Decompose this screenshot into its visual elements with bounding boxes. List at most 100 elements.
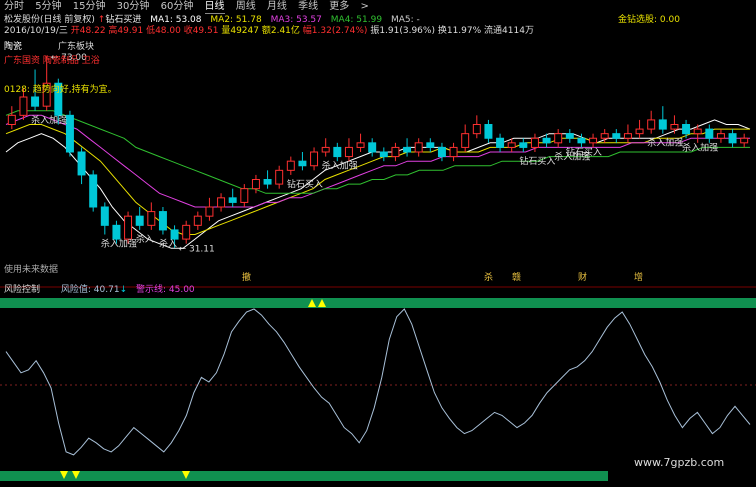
candle-body: [182, 224, 191, 240]
candle-body: [7, 114, 16, 126]
candle-body: [693, 128, 702, 135]
candle-body: [414, 142, 423, 153]
candle-body: [682, 124, 691, 135]
candle-body: [600, 133, 609, 139]
candle-body: [426, 142, 435, 148]
tab-30min[interactable]: 30分钟: [117, 0, 150, 13]
candle-body: [217, 197, 226, 208]
tab-daily[interactable]: 日线: [204, 0, 225, 14]
candle-body: [740, 137, 749, 144]
candle-body: [170, 229, 179, 240]
candle-body: [472, 124, 481, 135]
candle-body: [530, 137, 539, 148]
candle-body: [321, 146, 330, 153]
tab-monthly[interactable]: 月线: [267, 0, 287, 13]
tab-next-arrow[interactable]: >: [360, 0, 368, 13]
bottom-event-marker: 增: [634, 271, 643, 283]
candle-body: [496, 137, 505, 148]
tab-5min[interactable]: 5分钟: [35, 0, 61, 13]
bottom-event-marker: 赣: [512, 271, 521, 283]
signal-annotation: 杀入加强: [322, 160, 358, 172]
indicator-row: 松发股份(日线 前复权) ↑钻石买进 MA1: 53.08 MA2: 51.78…: [4, 15, 420, 26]
risk-value-label: 风险值: 40.71: [60, 285, 120, 295]
signal-annotation: 杀入加强: [682, 141, 718, 153]
candle-body: [728, 133, 737, 144]
candle-body: [356, 142, 365, 148]
ohlc-volume: 量49247: [221, 26, 259, 36]
bottom-event-marker: 杀: [484, 271, 493, 283]
warn-line-label: 警示线: 45.00: [135, 285, 195, 295]
watermark: www.7gpzb.com: [634, 456, 725, 469]
signal-annotation: 杀入: [136, 233, 154, 245]
candle-body: [275, 169, 284, 185]
bottom-event-marker: 撤: [242, 271, 251, 283]
candle-body: [635, 128, 644, 135]
candle-body: [124, 215, 133, 240]
candle-body: [158, 211, 167, 231]
ma2-label: MA2: 51.78: [210, 15, 262, 25]
signal-annotation: 杀入加强: [101, 238, 137, 250]
ohlc-turnover: 换11.97%: [437, 26, 482, 36]
ohlc-close: 收49.51: [183, 26, 219, 36]
tab-quarterly[interactable]: 季线: [298, 0, 318, 13]
candle-body: [286, 160, 295, 171]
ohlc-float: 流通4114万: [484, 26, 534, 36]
candle-body: [100, 206, 109, 226]
candle-body: [251, 179, 260, 190]
tab-15min[interactable]: 15分钟: [73, 0, 106, 13]
tab-60min[interactable]: 60分钟: [161, 0, 194, 13]
bottom-event-marker: 财: [578, 271, 587, 283]
candle-body: [240, 188, 249, 203]
risk-value-line: [5, 308, 751, 456]
candle-body: [484, 124, 493, 139]
candle-body: [77, 151, 86, 176]
ma4-label: MA4: 51.99: [330, 15, 383, 25]
tab-fenshi[interactable]: 分时: [4, 0, 24, 13]
candle-body: [135, 215, 144, 226]
candle-body: [65, 114, 74, 153]
candle-body: [344, 146, 353, 158]
candle-body: [507, 142, 516, 148]
candle-body: [263, 179, 272, 185]
candle-body: [391, 146, 400, 158]
ohlc-amp: 振1.91(3.96%): [370, 26, 435, 36]
stock-name: 松发股份(日线 前复权): [4, 15, 95, 25]
risk-down-arrow-icon: ↓: [119, 285, 128, 295]
candle-body: [379, 151, 388, 158]
candle-body: [31, 96, 40, 107]
candle-body: [368, 142, 377, 153]
ohlc-change: 幅1.32(2.74%): [302, 26, 368, 36]
candle-body: [554, 133, 563, 144]
advice-text: 0128: 趋势向好,持有为宜。: [4, 85, 117, 95]
candle-body: [542, 137, 551, 144]
candle-body: [658, 119, 667, 130]
candle-body: [565, 133, 574, 139]
candle-body: [670, 124, 679, 130]
candle-body: [89, 174, 98, 208]
ohlc-amount: 额2.41亿: [261, 26, 300, 36]
sector-tag: 陶瓷: [4, 42, 23, 52]
signal-annotation: 钻石买入: [519, 155, 555, 167]
signal-annotation: 杀入加强: [647, 137, 683, 149]
region-tag: 广东板块: [58, 42, 95, 52]
candle-body: [310, 151, 319, 167]
upper-risk-band: [0, 298, 756, 308]
tab-weekly[interactable]: 周线: [236, 0, 256, 13]
candle-body: [705, 128, 714, 139]
candle-body: [449, 146, 458, 158]
ma3-label: MA3: 53.57: [270, 15, 322, 25]
low-price-marker: ← 31.11: [179, 245, 215, 255]
signal-annotation: 钻石买入: [566, 146, 602, 158]
candle-body: [589, 137, 598, 144]
candle-body: [623, 133, 632, 139]
ma1-label: MA1: 53.08: [150, 15, 202, 25]
lower-risk-band: [0, 471, 608, 481]
candle-body: [19, 96, 28, 116]
candle-body: [577, 137, 586, 144]
candle-body: [147, 211, 156, 226]
candle-body: [647, 119, 656, 130]
signal-annotation: 杀入加强: [31, 114, 67, 126]
tab-more[interactable]: 更多: [329, 0, 349, 13]
candle-body: [112, 224, 121, 240]
signal-annotation: 杀入: [159, 238, 177, 250]
